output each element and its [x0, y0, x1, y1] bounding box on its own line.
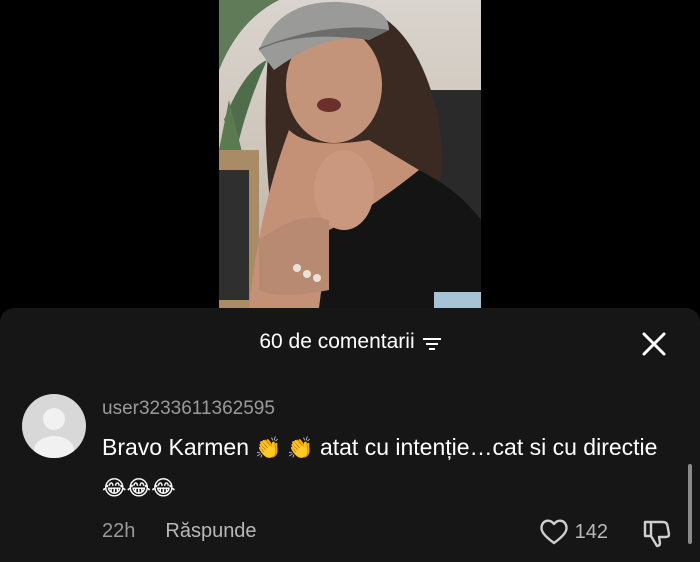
comments-header: 60 de comentarii: [0, 308, 700, 380]
video-frame[interactable]: [219, 0, 481, 308]
filter-lines-icon[interactable]: [422, 334, 441, 350]
dislike-button[interactable]: [640, 518, 672, 550]
comment-item: user3233611362595 Bravo Karmen 👏 👏 atat …: [0, 386, 700, 562]
like-count: 142: [574, 520, 608, 543]
comments-sheet: 60 de comentarii user3233611362595 Bravo…: [0, 308, 700, 562]
comment-meta-row: 22h Răspunde: [102, 520, 257, 543]
video-area[interactable]: [0, 0, 700, 308]
thumbs-down-icon: [643, 520, 671, 548]
clapping-hands-emoji: 👏 👏: [255, 437, 314, 460]
comments-scrollbar[interactable]: [688, 464, 692, 544]
comments-title-group[interactable]: 60 de comentarii: [0, 330, 700, 354]
comments-count-title: 60 de comentarii: [259, 330, 415, 353]
reply-button[interactable]: Răspunde: [165, 520, 256, 543]
comment-timestamp: 22h: [102, 520, 136, 542]
video-thumbnail: [219, 0, 481, 308]
heart-icon: [539, 519, 568, 545]
default-avatar-icon: [34, 408, 74, 458]
comment-text-part1: Bravo Karmen: [102, 434, 250, 460]
laughing-tears-emoji: 😂😂😂: [102, 477, 176, 500]
like-button[interactable]: 142: [539, 518, 608, 546]
avatar[interactable]: [22, 394, 86, 458]
close-button[interactable]: [640, 330, 668, 358]
close-icon: [642, 332, 666, 356]
comment-text: Bravo Karmen 👏 👏 atat cu intenție…cat si…: [102, 428, 682, 508]
comment-username[interactable]: user3233611362595: [102, 398, 275, 420]
comment-text-part2: atat cu intenție…cat si cu directie: [319, 434, 658, 460]
